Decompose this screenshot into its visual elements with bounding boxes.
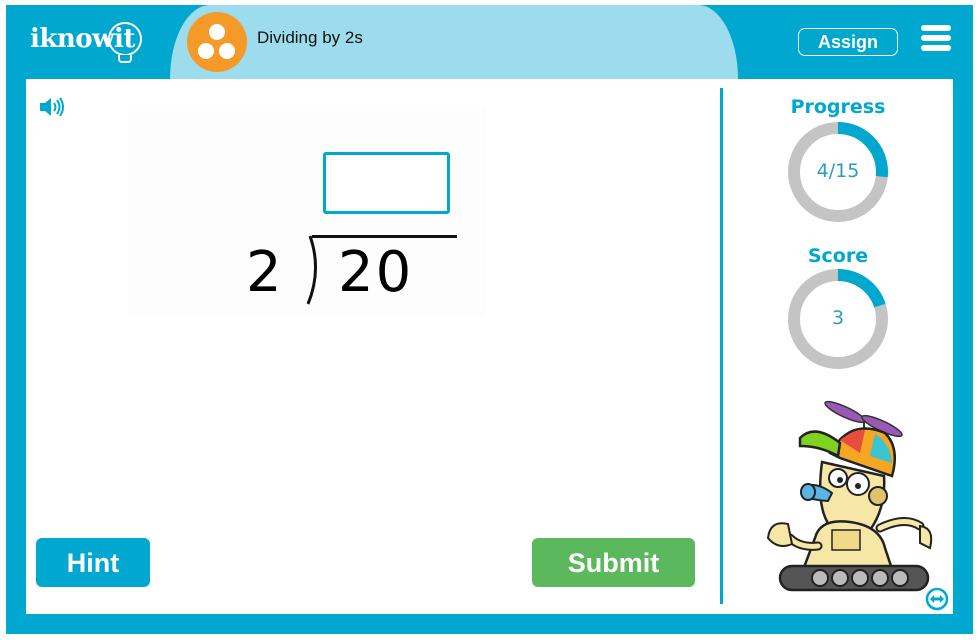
lightbulb-icon bbox=[108, 22, 142, 56]
hamburger-menu-icon[interactable] bbox=[921, 25, 951, 53]
hint-button[interactable]: Hint bbox=[36, 538, 150, 587]
lightbulb-base bbox=[118, 55, 132, 63]
iknowit-logo[interactable]: iknowit bbox=[30, 14, 150, 64]
robot-mascot bbox=[766, 400, 933, 592]
topic-title: Dividing by 2s bbox=[257, 28, 363, 47]
score-value: 3 bbox=[831, 307, 845, 329]
progress-label: Progress bbox=[790, 96, 886, 118]
three-dots-icon bbox=[187, 12, 247, 72]
progress-value: 4/15 bbox=[816, 160, 860, 182]
dividend: 20 bbox=[338, 240, 414, 305]
score-label: Score bbox=[807, 245, 869, 267]
speaker-icon[interactable] bbox=[38, 97, 66, 117]
resize-horizontal-icon[interactable] bbox=[925, 587, 949, 611]
topic-tab bbox=[170, 5, 738, 79]
answer-input[interactable] bbox=[323, 152, 450, 214]
submit-button[interactable]: Submit bbox=[532, 538, 695, 587]
sidebar-divider bbox=[720, 88, 723, 604]
division-bracket bbox=[306, 235, 318, 305]
assign-button[interactable]: Assign bbox=[798, 28, 898, 56]
divisor: 2 bbox=[246, 240, 282, 305]
